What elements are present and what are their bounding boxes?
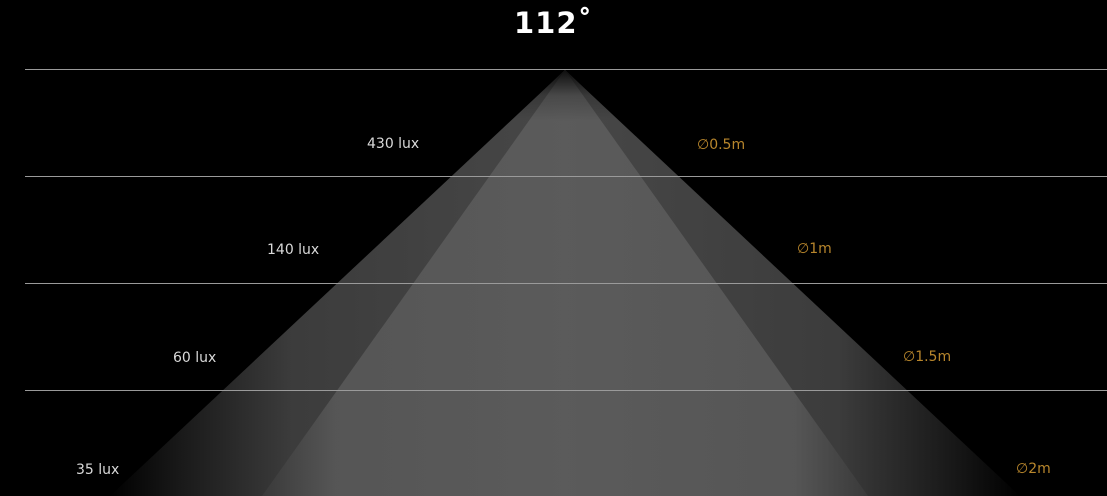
lux-label-3: 60 lux [173,350,217,366]
beam-cone-graphic [25,69,1107,496]
lux-label-1: 430 lux [367,136,420,152]
diameter-label-2: ∅1m [797,241,832,257]
beam-angle-title: 112˚ [513,6,594,40]
lux-label-4: 35 lux [76,462,120,478]
diameter-label-4: ∅2m [1016,461,1051,477]
diameter-label-3: ∅1.5m [903,349,952,365]
lux-label-2: 140 lux [267,242,320,258]
diameter-label-1: ∅0.5m [697,137,746,153]
beam-angle-diagram: 112˚ 430 lux ∅0.5m 140 lux ∅1m 60 lux ∅1… [0,0,1107,496]
